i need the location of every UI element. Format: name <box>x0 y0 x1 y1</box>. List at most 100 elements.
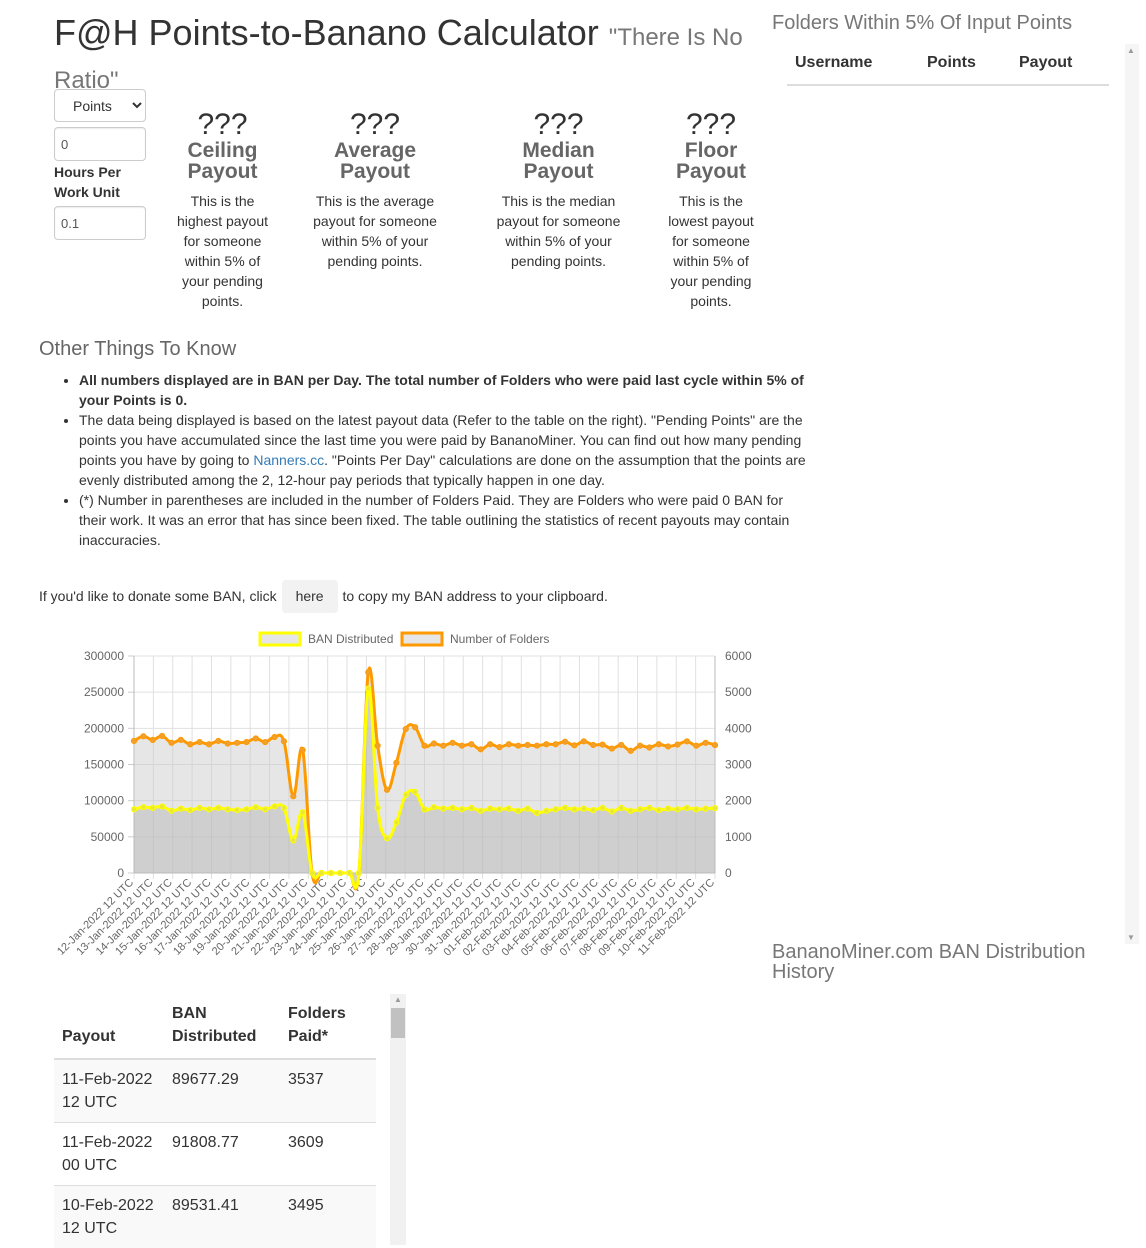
y-right-tick-label: 2000 <box>725 794 752 808</box>
notes-list: All numbers displayed are in BAN per Day… <box>39 370 814 550</box>
ban-point <box>637 807 642 812</box>
note-item: All numbers displayed are in BAN per Day… <box>79 370 814 410</box>
note-text: (*) Number in parentheses are included i… <box>79 492 789 548</box>
folders-point <box>694 743 699 748</box>
ban-point <box>197 805 202 810</box>
folders-point <box>703 740 708 745</box>
nanners-link[interactable]: Nanners.cc <box>253 452 324 468</box>
stat-description: This is the highest payout for someone w… <box>170 191 275 311</box>
folders-point <box>684 739 689 744</box>
folders-point <box>637 743 642 748</box>
folders-point <box>553 742 558 747</box>
table-scrollbar[interactable]: ▲ <box>390 994 406 1245</box>
ban-point <box>169 808 174 813</box>
folders-point <box>469 742 474 747</box>
ban-point <box>600 805 605 810</box>
donate-here-button[interactable]: here <box>282 580 338 613</box>
ban-point <box>319 870 324 875</box>
folders-point <box>169 740 174 745</box>
ban-point <box>525 806 530 811</box>
ban-point <box>478 808 483 813</box>
cell-payout: 11-Feb-2022 00 UTC <box>54 1123 164 1186</box>
ban-point <box>431 805 436 810</box>
legend-swatch <box>260 633 300 645</box>
ban-point <box>450 805 455 810</box>
folders-point <box>459 743 464 748</box>
ban-point <box>619 805 624 810</box>
y-right-tick-label: 3000 <box>725 758 752 772</box>
ban-point <box>216 805 221 810</box>
y-right-tick-label: 5000 <box>725 685 752 699</box>
folders-point <box>628 748 633 753</box>
stat-ceiling-payout: ??? Ceiling Payout This is the highest p… <box>170 110 275 311</box>
folders-point <box>150 737 155 742</box>
ban-point <box>609 809 614 814</box>
ban-point <box>394 820 399 825</box>
ban-point <box>675 807 680 812</box>
ban-point <box>300 810 305 815</box>
folders-point <box>619 742 624 747</box>
points-input[interactable] <box>54 127 146 161</box>
folders-point <box>572 743 577 748</box>
unit-select[interactable]: Points <box>54 89 146 122</box>
ban-point <box>131 807 136 812</box>
y-left-tick-label: 50000 <box>91 830 125 844</box>
ban-point <box>253 805 258 810</box>
col-points: Points <box>927 54 976 72</box>
ban-point <box>591 807 596 812</box>
y-right-tick-label: 4000 <box>725 721 752 735</box>
table-row: 10-Feb-2022 12 UTC 89531.41 3495 <box>54 1186 376 1248</box>
stat-description: This is the lowest payout for someone wi… <box>660 191 762 311</box>
folders-point <box>666 744 671 749</box>
table-row: 11-Feb-2022 00 UTC 91808.77 3609 <box>54 1123 376 1186</box>
scroll-thumb[interactable] <box>391 1008 405 1038</box>
y-right-tick-label: 6000 <box>725 649 752 663</box>
ban-point <box>422 807 427 812</box>
ban-point <box>572 807 577 812</box>
stat-description: This is the median payout for someone wi… <box>486 191 631 271</box>
ban-distribution-chart: BAN DistributedNumber of Folders30000060… <box>54 626 754 976</box>
ban-point <box>347 870 352 875</box>
title-main: F@H Points-to-Banano Calculator <box>54 12 599 53</box>
ban-point <box>384 836 389 841</box>
hours-per-work-unit-input[interactable] <box>54 206 146 240</box>
folders-point <box>422 743 427 748</box>
scroll-up-icon[interactable]: ▲ <box>1127 46 1135 55</box>
stat-value: ??? <box>486 110 631 140</box>
cell-folders: 3495 <box>280 1186 376 1248</box>
ban-point <box>244 807 249 812</box>
ban-point <box>263 807 268 812</box>
scroll-up-icon[interactable]: ▲ <box>394 995 402 1004</box>
folders-point <box>366 670 371 675</box>
folders-point <box>431 741 436 746</box>
folders-point <box>206 742 211 747</box>
folders-scrollbar[interactable]: ▲ ▼ <box>1125 44 1139 944</box>
page-title: F@H Points-to-Banano Calculator "There I… <box>54 14 754 100</box>
ban-point <box>506 806 511 811</box>
legend-label: Number of Folders <box>450 632 549 646</box>
ban-point <box>160 804 165 809</box>
ban-point <box>281 805 286 810</box>
ban-point <box>516 808 521 813</box>
folders-point <box>441 743 446 748</box>
folders-point <box>197 739 202 744</box>
ban-point <box>188 807 193 812</box>
donate-line: If you'd like to donate some BAN, click … <box>39 580 608 613</box>
ban-point <box>225 807 230 812</box>
ban-point <box>544 808 549 813</box>
ban-point <box>309 870 314 875</box>
folders-point <box>562 739 567 744</box>
stat-value: ??? <box>170 110 275 140</box>
stat-value: ??? <box>660 110 762 140</box>
scroll-down-icon[interactable]: ▼ <box>1127 933 1135 942</box>
stat-description: This is the average payout for someone w… <box>300 191 450 271</box>
folders-point <box>403 726 408 731</box>
y-right-tick-label: 0 <box>725 866 732 880</box>
stat-floor-payout: ??? Floor Payout This is the lowest payo… <box>660 110 762 311</box>
folders-point <box>263 739 268 744</box>
folders-point <box>478 747 483 752</box>
stat-median-payout: ??? Median Payout This is the median pay… <box>486 110 631 271</box>
folders-point <box>216 738 221 743</box>
ban-point <box>291 838 296 843</box>
ban-point <box>206 807 211 812</box>
